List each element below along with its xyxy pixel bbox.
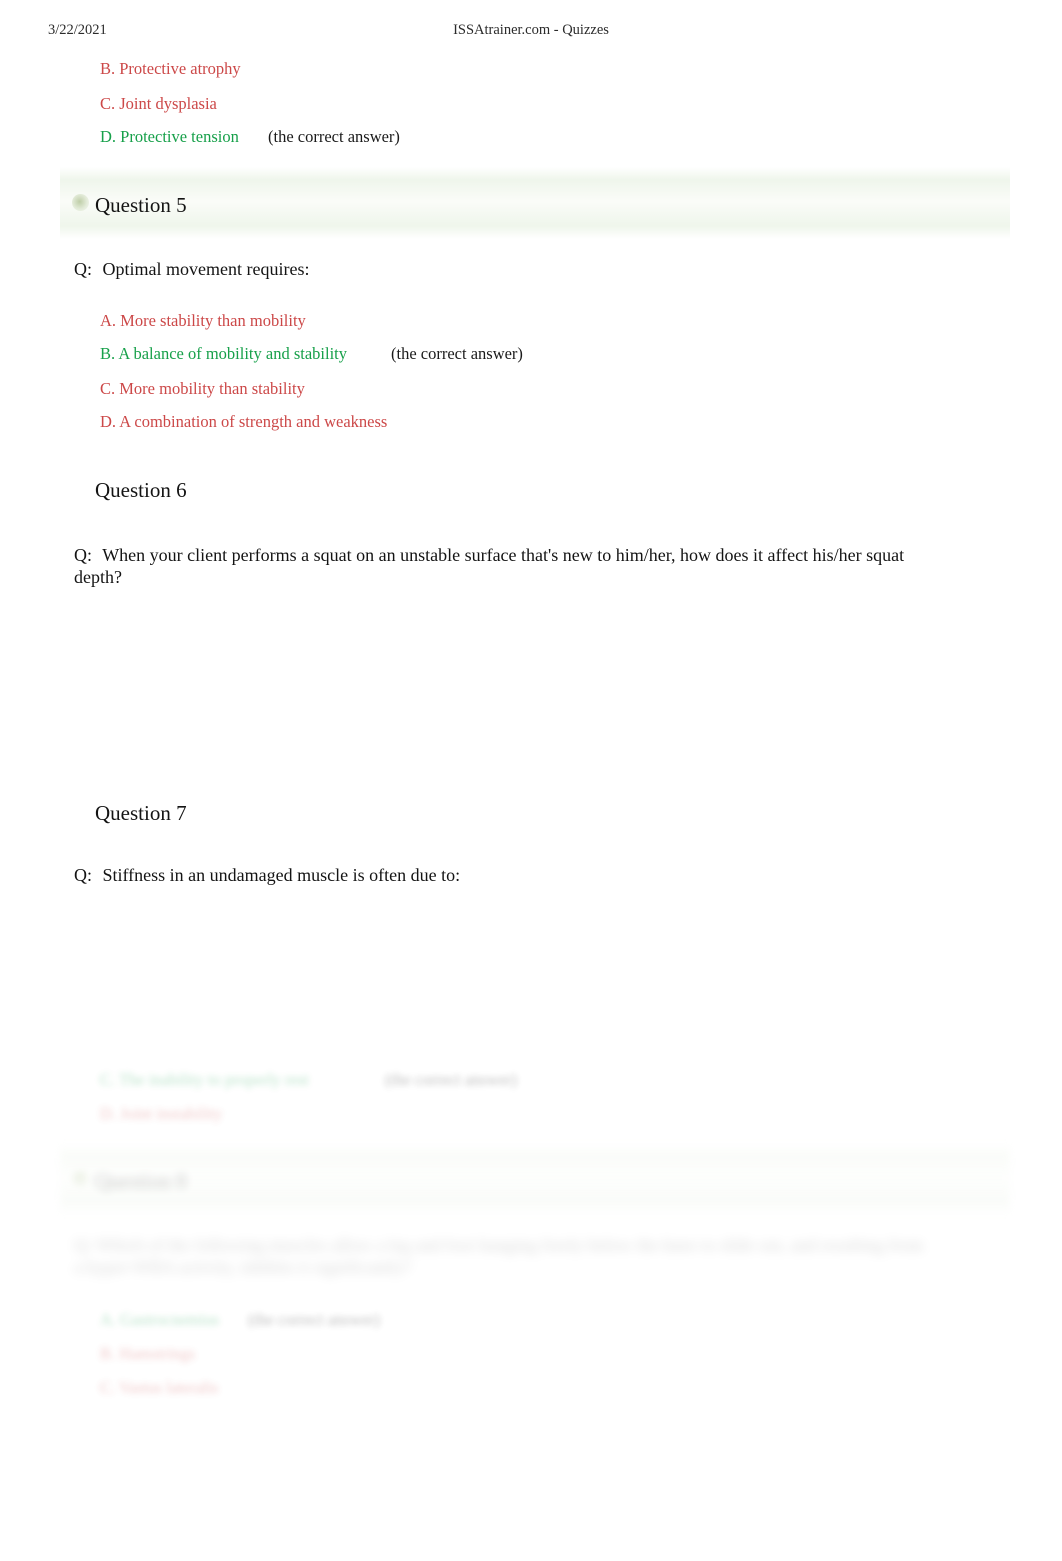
correct-answer-marker: (the correct answer) [385,1070,517,1089]
question-bullet-icon [72,1170,89,1187]
question-title: Question 5 [95,193,187,217]
answer-option[interactable]: C. Vastus lateralis [100,1378,218,1398]
answer-label: B. A balance of mobility and stability [100,344,348,363]
answer-label: D. Joint instability [100,1104,223,1123]
answer-label: C. More mobility than stability [100,379,305,398]
answer-label: B. Protective atrophy [100,59,241,78]
answer-label: D. Protective tension [100,127,239,146]
answer-label: C. Vastus lateralis [100,1378,219,1397]
correct-answer-marker: (the correct answer) [268,127,400,146]
question-stem: Q: Which of the following muscles allow … [74,1234,924,1278]
answer-option[interactable]: A. Gastrocnemius (the correct answer) [100,1310,380,1330]
question-title: Question 7 [95,801,187,825]
answer-label: D. A combination of strength and weaknes… [100,412,388,431]
question-lead-label: Q: [74,545,92,565]
answer-option[interactable]: D. A combination of strength and weaknes… [100,412,387,432]
question-title: Question 6 [95,478,187,502]
answer-option[interactable]: C. More mobility than stability [100,379,305,399]
question-lead-label: Q: [74,259,92,279]
answer-label: C. The inability to properly rest [100,1070,309,1089]
answer-option[interactable]: D. Protective tension (the correct answe… [100,127,400,147]
answer-label: B. Hamstrings [100,1344,196,1363]
quiz-document: B. Protective atrophy C. Joint dysplasia… [0,0,1062,1561]
correct-answer-marker: (the correct answer) [391,344,523,363]
answer-label: A. Gastrocnemius [100,1310,220,1329]
question-title: Question 8 [95,1169,187,1193]
question-banner [60,167,1010,239]
question-text: Optimal movement requires: [102,259,310,279]
answer-option[interactable]: B. Hamstrings [100,1344,195,1364]
question-stem: Q: Stiffness in an undamaged muscle is o… [74,864,910,886]
answer-label: C. Joint dysplasia [100,94,217,113]
question-text: Stiffness in an undamaged muscle is ofte… [102,865,461,885]
answer-label: A. More stability than mobility [100,311,306,330]
question-stem: Q: Optimal movement requires: [74,258,910,280]
question-lead-label: Q: [74,865,92,885]
answer-option[interactable]: C. Joint dysplasia [100,94,217,114]
correct-answer-marker: (the correct answer) [248,1310,380,1329]
question-bullet-icon [72,194,89,211]
question-stem: Q: When your client performs a squat on … [74,544,910,588]
answer-option[interactable]: A. More stability than mobility [100,311,306,331]
question-banner [60,1143,1010,1215]
question-text: Q: Which of the following muscles allow … [74,1235,924,1277]
answer-option[interactable]: B. Protective atrophy [100,59,241,79]
answer-option[interactable]: B. A balance of mobility and stability (… [100,344,523,364]
answer-option[interactable]: C. The inability to properly rest (the c… [100,1070,517,1090]
answer-option[interactable]: D. Joint instability [100,1104,222,1124]
question-text: When your client performs a squat on an … [74,545,905,587]
